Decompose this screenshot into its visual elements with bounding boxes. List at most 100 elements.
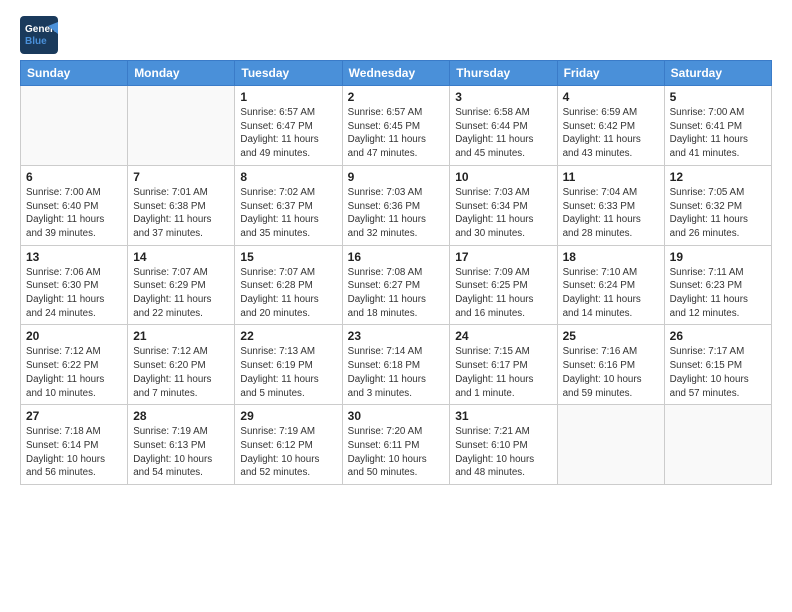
day-info: Sunrise: 6:59 AMSunset: 6:42 PMDaylight:… <box>563 106 659 161</box>
week-row-0: 1 Sunrise: 6:57 AMSunset: 6:47 PMDaylight… <box>21 86 772 166</box>
weekday-header-friday: Friday <box>557 61 664 86</box>
day-number: 16 <box>348 250 445 264</box>
day-info: Sunrise: 7:20 AMSunset: 6:11 PMDaylight:… <box>348 425 445 480</box>
day-info: Sunrise: 7:07 AMSunset: 6:28 PMDaylight:… <box>240 266 336 321</box>
day-number: 1 <box>240 90 336 104</box>
logo-icon: General Blue <box>20 16 58 54</box>
day-info: Sunrise: 7:12 AMSunset: 6:20 PMDaylight:… <box>133 345 229 400</box>
day-info: Sunrise: 7:15 AMSunset: 6:17 PMDaylight:… <box>455 345 551 400</box>
calendar-table: SundayMondayTuesdayWednesdayThursdayFrid… <box>20 60 772 485</box>
calendar-cell: 13Sunrise: 7:06 AMSunset: 6:30 PMDayligh… <box>21 245 128 325</box>
day-info: Sunrise: 7:12 AMSunset: 6:22 PMDaylight:… <box>26 345 122 400</box>
day-number: 3 <box>455 90 551 104</box>
week-row-2: 13Sunrise: 7:06 AMSunset: 6:30 PMDayligh… <box>21 245 772 325</box>
calendar-cell: 31 Sunrise: 7:21 AMSunset: 6:10 PMDayligh… <box>450 405 557 485</box>
calendar-cell: 15 Sunrise: 7:07 AMSunset: 6:28 PMDayligh… <box>235 245 342 325</box>
weekday-header-monday: Monday <box>128 61 235 86</box>
day-number: 2 <box>348 90 445 104</box>
calendar-cell: 19Sunrise: 7:11 AMSunset: 6:23 PMDayligh… <box>664 245 771 325</box>
calendar-cell: 30 Sunrise: 7:20 AMSunset: 6:11 PMDayligh… <box>342 405 450 485</box>
day-info: Sunrise: 7:19 AMSunset: 6:12 PMDaylight:… <box>240 425 336 480</box>
weekday-header-sunday: Sunday <box>21 61 128 86</box>
day-number: 18 <box>563 250 659 264</box>
calendar-cell: 7 Sunrise: 7:01 AMSunset: 6:38 PMDaylight… <box>128 165 235 245</box>
calendar-cell: 26 Sunrise: 7:17 AMSunset: 6:15 PMDayligh… <box>664 325 771 405</box>
calendar-cell: 12 Sunrise: 7:05 AMSunset: 6:32 PMDayligh… <box>664 165 771 245</box>
day-number: 26 <box>670 329 766 343</box>
calendar-cell: 20 Sunrise: 7:12 AMSunset: 6:22 PMDayligh… <box>21 325 128 405</box>
day-number: 24 <box>455 329 551 343</box>
day-info: Sunrise: 7:16 AMSunset: 6:16 PMDaylight:… <box>563 345 659 400</box>
day-number: 30 <box>348 409 445 423</box>
calendar-cell: 3 Sunrise: 6:58 AMSunset: 6:44 PMDaylight… <box>450 86 557 166</box>
calendar-cell: 16 Sunrise: 7:08 AMSunset: 6:27 PMDayligh… <box>342 245 450 325</box>
day-number: 23 <box>348 329 445 343</box>
weekday-header-wednesday: Wednesday <box>342 61 450 86</box>
day-number: 27 <box>26 409 122 423</box>
header: General Blue <box>20 16 772 54</box>
weekday-header-thursday: Thursday <box>450 61 557 86</box>
calendar-cell: 22 Sunrise: 7:13 AMSunset: 6:19 PMDayligh… <box>235 325 342 405</box>
day-info: Sunrise: 7:18 AMSunset: 6:14 PMDaylight:… <box>26 425 122 480</box>
page: General Blue SundayMondayTuesdayWednesda… <box>0 0 792 612</box>
svg-text:Blue: Blue <box>25 36 47 47</box>
calendar-cell: 14Sunrise: 7:07 AMSunset: 6:29 PMDayligh… <box>128 245 235 325</box>
day-info: Sunrise: 7:02 AMSunset: 6:37 PMDaylight:… <box>240 186 336 241</box>
day-info: Sunrise: 6:57 AMSunset: 6:45 PMDaylight:… <box>348 106 445 161</box>
day-number: 20 <box>26 329 122 343</box>
day-number: 9 <box>348 170 445 184</box>
calendar-cell: 1 Sunrise: 6:57 AMSunset: 6:47 PMDaylight… <box>235 86 342 166</box>
day-info: Sunrise: 7:13 AMSunset: 6:19 PMDaylight:… <box>240 345 336 400</box>
calendar-cell: 8Sunrise: 7:02 AMSunset: 6:37 PMDaylight… <box>235 165 342 245</box>
calendar-cell: 24 Sunrise: 7:15 AMSunset: 6:17 PMDayligh… <box>450 325 557 405</box>
day-number: 10 <box>455 170 551 184</box>
weekday-header-tuesday: Tuesday <box>235 61 342 86</box>
day-info: Sunrise: 6:58 AMSunset: 6:44 PMDaylight:… <box>455 106 551 161</box>
day-info: Sunrise: 7:06 AMSunset: 6:30 PMDaylight:… <box>26 266 122 321</box>
calendar-cell: 4Sunrise: 6:59 AMSunset: 6:42 PMDaylight… <box>557 86 664 166</box>
calendar-cell <box>128 86 235 166</box>
day-info: Sunrise: 7:04 AMSunset: 6:33 PMDaylight:… <box>563 186 659 241</box>
day-info: Sunrise: 7:21 AMSunset: 6:10 PMDaylight:… <box>455 425 551 480</box>
calendar-cell: 17 Sunrise: 7:09 AMSunset: 6:25 PMDayligh… <box>450 245 557 325</box>
day-number: 28 <box>133 409 229 423</box>
day-info: Sunrise: 7:01 AMSunset: 6:38 PMDaylight:… <box>133 186 229 241</box>
day-info: Sunrise: 6:57 AMSunset: 6:47 PMDaylight:… <box>240 106 336 161</box>
day-number: 5 <box>670 90 766 104</box>
day-number: 7 <box>133 170 229 184</box>
calendar-cell: 2 Sunrise: 6:57 AMSunset: 6:45 PMDaylight… <box>342 86 450 166</box>
calendar-cell: 10 Sunrise: 7:03 AMSunset: 6:34 PMDayligh… <box>450 165 557 245</box>
day-info: Sunrise: 7:08 AMSunset: 6:27 PMDaylight:… <box>348 266 445 321</box>
day-info: Sunrise: 7:03 AMSunset: 6:34 PMDaylight:… <box>455 186 551 241</box>
day-number: 29 <box>240 409 336 423</box>
day-info: Sunrise: 7:05 AMSunset: 6:32 PMDaylight:… <box>670 186 766 241</box>
calendar-cell: 11Sunrise: 7:04 AMSunset: 6:33 PMDayligh… <box>557 165 664 245</box>
day-number: 22 <box>240 329 336 343</box>
calendar-cell: 23 Sunrise: 7:14 AMSunset: 6:18 PMDayligh… <box>342 325 450 405</box>
calendar-cell: 27 Sunrise: 7:18 AMSunset: 6:14 PMDayligh… <box>21 405 128 485</box>
week-row-4: 27 Sunrise: 7:18 AMSunset: 6:14 PMDayligh… <box>21 405 772 485</box>
day-number: 31 <box>455 409 551 423</box>
day-info: Sunrise: 7:14 AMSunset: 6:18 PMDaylight:… <box>348 345 445 400</box>
calendar-cell <box>21 86 128 166</box>
weekday-header-saturday: Saturday <box>664 61 771 86</box>
calendar-cell: 9 Sunrise: 7:03 AMSunset: 6:36 PMDaylight… <box>342 165 450 245</box>
day-number: 21 <box>133 329 229 343</box>
calendar-cell: 21 Sunrise: 7:12 AMSunset: 6:20 PMDayligh… <box>128 325 235 405</box>
calendar-cell: 29 Sunrise: 7:19 AMSunset: 6:12 PMDayligh… <box>235 405 342 485</box>
day-number: 15 <box>240 250 336 264</box>
calendar-cell: 18 Sunrise: 7:10 AMSunset: 6:24 PMDayligh… <box>557 245 664 325</box>
day-number: 14 <box>133 250 229 264</box>
calendar-cell <box>557 405 664 485</box>
day-info: Sunrise: 7:10 AMSunset: 6:24 PMDaylight:… <box>563 266 659 321</box>
day-number: 17 <box>455 250 551 264</box>
day-number: 12 <box>670 170 766 184</box>
day-info: Sunrise: 7:03 AMSunset: 6:36 PMDaylight:… <box>348 186 445 241</box>
calendar-cell <box>664 405 771 485</box>
day-number: 19 <box>670 250 766 264</box>
logo: General Blue <box>20 16 60 54</box>
day-info: Sunrise: 7:09 AMSunset: 6:25 PMDaylight:… <box>455 266 551 321</box>
day-info: Sunrise: 7:17 AMSunset: 6:15 PMDaylight:… <box>670 345 766 400</box>
week-row-1: 6Sunrise: 7:00 AMSunset: 6:40 PMDaylight… <box>21 165 772 245</box>
weekday-header-row: SundayMondayTuesdayWednesdayThursdayFrid… <box>21 61 772 86</box>
